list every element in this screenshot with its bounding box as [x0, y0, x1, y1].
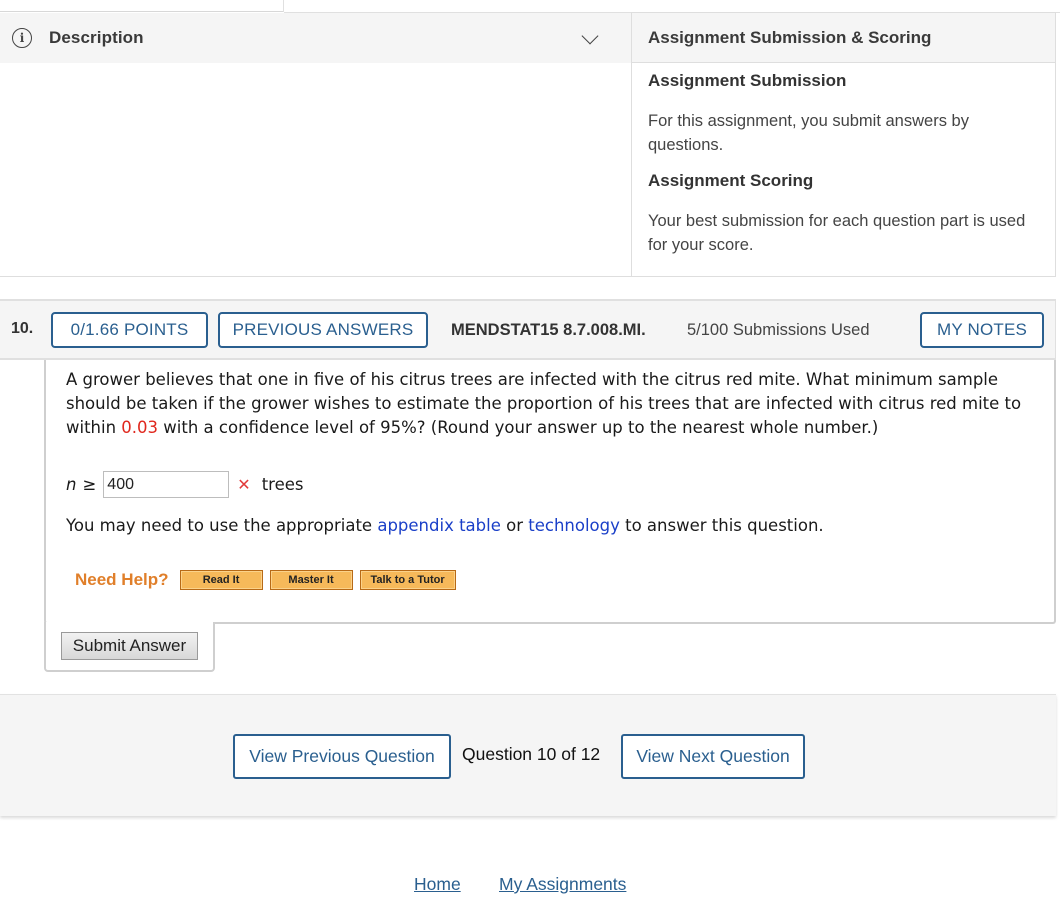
master-it-button[interactable]: Master It — [269, 570, 353, 590]
appendix-table-link[interactable]: appendix table — [377, 516, 501, 535]
help-row: Need Help? Read It Master It Talk to a T… — [75, 570, 463, 590]
submission-heading: Assignment Submission — [648, 71, 847, 90]
top-strip — [0, 0, 1060, 13]
my-notes-button[interactable]: MY NOTES — [920, 312, 1044, 348]
answer-unit: trees — [261, 475, 304, 494]
scoring-heading: Assignment Scoring — [648, 171, 814, 190]
read-it-button[interactable]: Read It — [179, 570, 263, 590]
points-button[interactable]: 0/1.66 POINTS — [51, 312, 208, 348]
question-text: A grower believes that one in five of hi… — [66, 368, 1041, 440]
question-header: 10. 0/1.66 POINTS PREVIOUS ANSWERS MENDS… — [0, 299, 1056, 360]
scoring-panel: Assignment Submission & Scoring Assignme… — [631, 12, 1056, 277]
question-body: A grower believes that one in five of hi… — [44, 360, 1056, 624]
description-title: Description — [49, 28, 144, 47]
previous-answers-button[interactable]: PREVIOUS ANSWERS — [218, 312, 428, 348]
view-previous-question-button[interactable]: View Previous Question — [233, 734, 451, 779]
answer-variable: n — [66, 475, 77, 494]
question-code: MENDSTAT15 8.7.008.MI. — [451, 321, 646, 339]
submission-text: For this assignment, you submit answers … — [648, 112, 969, 154]
chevron-down-icon[interactable] — [581, 27, 599, 45]
hint-text-part: You may need to use the appropriate — [66, 516, 378, 535]
answer-input[interactable] — [103, 471, 230, 498]
view-next-question-button[interactable]: View Next Question — [621, 734, 805, 779]
technology-link[interactable]: technology — [528, 516, 620, 535]
talk-to-tutor-button[interactable]: Talk to a Tutor — [359, 570, 456, 590]
question-navigation: View Previous Question Question 10 of 12… — [0, 694, 1056, 816]
submit-answer-button[interactable]: Submit Answer — [61, 632, 198, 660]
margin-of-error-value: 0.03 — [121, 418, 159, 437]
hint-text: You may need to use the appropriate appe… — [66, 516, 824, 535]
question-counter: Question 10 of 12 — [462, 744, 601, 764]
question-number: 10. — [11, 320, 34, 337]
hint-text-part: to answer this question. — [619, 516, 824, 535]
question-text-part: with a confidence level of 95%? (Round y… — [158, 418, 879, 437]
answer-row: n ≥ ✕ trees — [66, 471, 304, 498]
description-header[interactable]: i Description — [0, 13, 631, 63]
description-panel: i Description — [0, 13, 631, 277]
need-help-label: Need Help? — [75, 570, 169, 589]
hint-text-part: or — [500, 516, 529, 535]
my-assignments-link[interactable]: My Assignments — [499, 874, 626, 895]
incorrect-x-icon: ✕ — [237, 475, 251, 494]
divider — [283, 0, 284, 12]
scoring-text: Your best submission for each question p… — [648, 212, 1026, 254]
info-icon: i — [12, 28, 32, 48]
answer-relation: ≥ — [82, 475, 97, 494]
submissions-used: 5/100 Submissions Used — [687, 321, 870, 339]
home-link[interactable]: Home — [414, 874, 461, 895]
submit-box: Submit Answer — [44, 622, 215, 672]
divider — [0, 11, 283, 12]
scoring-panel-title: Assignment Submission & Scoring — [632, 13, 1055, 63]
